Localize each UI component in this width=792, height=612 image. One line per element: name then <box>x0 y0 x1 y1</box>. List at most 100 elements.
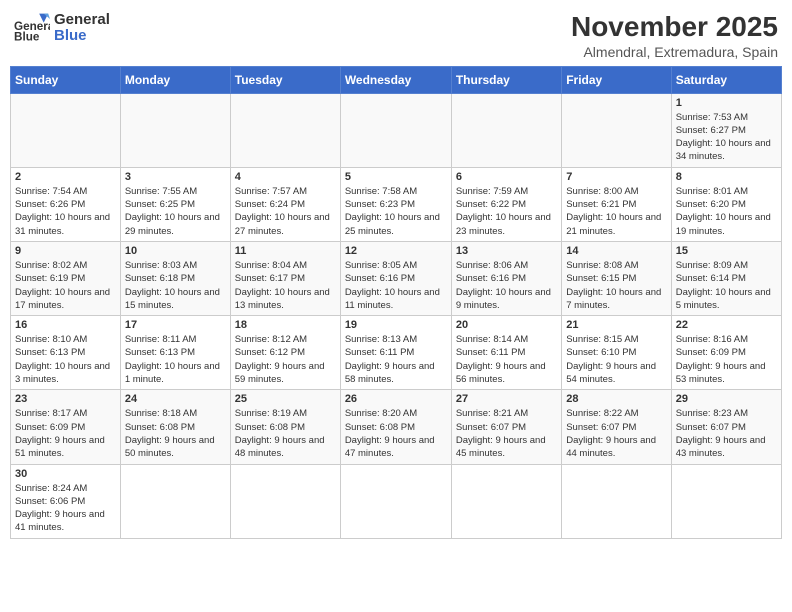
day-info: Sunrise: 8:01 AM Sunset: 6:20 PM Dayligh… <box>676 185 777 238</box>
day-number: 20 <box>456 319 557 331</box>
header-cell-friday: Friday <box>562 66 671 93</box>
day-info: Sunrise: 8:20 AM Sunset: 6:08 PM Dayligh… <box>345 407 447 460</box>
calendar-cell <box>230 464 340 538</box>
day-number: 29 <box>676 393 777 405</box>
week-row-0: 1Sunrise: 7:53 AM Sunset: 6:27 PM Daylig… <box>11 93 782 167</box>
day-number: 15 <box>676 245 777 257</box>
logo-blue: Blue <box>54 28 110 45</box>
calendar-cell: 5 Sunrise: 7:58 AM Sunset: 6:23 PM Daylig… <box>340 167 451 241</box>
day-info: Sunrise: 8:08 AM Sunset: 6:15 PM Dayligh… <box>566 259 666 312</box>
calendar-cell <box>120 464 230 538</box>
header-cell-wednesday: Wednesday <box>340 66 451 93</box>
calendar-cell: 16Sunrise: 8:10 AM Sunset: 6:13 PM Dayli… <box>11 316 121 390</box>
day-info: Sunrise: 8:14 AM Sunset: 6:11 PM Dayligh… <box>456 333 557 386</box>
day-info: Sunrise: 8:22 AM Sunset: 6:07 PM Dayligh… <box>566 407 666 460</box>
day-info: Sunrise: 7:58 AM Sunset: 6:23 PM Dayligh… <box>345 185 447 238</box>
calendar-cell: 7Sunrise: 8:00 AM Sunset: 6:21 PM Daylig… <box>562 167 671 241</box>
day-info: Sunrise: 8:03 AM Sunset: 6:18 PM Dayligh… <box>125 259 226 312</box>
calendar-cell: 18 Sunrise: 8:12 AM Sunset: 6:12 PM Dayli… <box>230 316 340 390</box>
calendar-cell: 9Sunrise: 8:02 AM Sunset: 6:19 PM Daylig… <box>11 241 121 315</box>
calendar-cell: 11Sunrise: 8:04 AM Sunset: 6:17 PM Dayli… <box>230 241 340 315</box>
day-info: Sunrise: 8:23 AM Sunset: 6:07 PM Dayligh… <box>676 407 777 460</box>
day-info: Sunrise: 8:16 AM Sunset: 6:09 PM Dayligh… <box>676 333 777 386</box>
calendar-cell <box>671 464 781 538</box>
day-info: Sunrise: 8:24 AM Sunset: 6:06 PM Dayligh… <box>15 482 116 535</box>
day-info: Sunrise: 8:11 AM Sunset: 6:13 PM Dayligh… <box>125 333 226 386</box>
day-number: 6 <box>456 171 557 183</box>
calendar-cell: 25Sunrise: 8:19 AM Sunset: 6:08 PM Dayli… <box>230 390 340 464</box>
calendar-cell: 15Sunrise: 8:09 AM Sunset: 6:14 PM Dayli… <box>671 241 781 315</box>
day-info: Sunrise: 8:21 AM Sunset: 6:07 PM Dayligh… <box>456 407 557 460</box>
day-number: 30 <box>15 468 116 480</box>
day-number: 10 <box>125 245 226 257</box>
day-number: 19 <box>345 319 447 331</box>
calendar-cell: 13 Sunrise: 8:06 AM Sunset: 6:16 PM Dayli… <box>451 241 561 315</box>
calendar-cell: 22 Sunrise: 8:16 AM Sunset: 6:09 PM Dayli… <box>671 316 781 390</box>
day-number: 14 <box>566 245 666 257</box>
day-info: Sunrise: 8:19 AM Sunset: 6:08 PM Dayligh… <box>235 407 336 460</box>
logo: General Blue General Blue <box>14 10 110 46</box>
calendar-cell: 26 Sunrise: 8:20 AM Sunset: 6:08 PM Dayli… <box>340 390 451 464</box>
calendar-cell: 12Sunrise: 8:05 AM Sunset: 6:16 PM Dayli… <box>340 241 451 315</box>
header-cell-thursday: Thursday <box>451 66 561 93</box>
day-info: Sunrise: 7:53 AM Sunset: 6:27 PM Dayligh… <box>676 111 777 164</box>
header-cell-saturday: Saturday <box>671 66 781 93</box>
day-info: Sunrise: 8:15 AM Sunset: 6:10 PM Dayligh… <box>566 333 666 386</box>
calendar-cell <box>451 464 561 538</box>
day-number: 18 <box>235 319 336 331</box>
day-number: 17 <box>125 319 226 331</box>
header-row: SundayMondayTuesdayWednesdayThursdayFrid… <box>11 66 782 93</box>
day-number: 2 <box>15 171 116 183</box>
calendar-cell <box>11 93 121 167</box>
day-number: 27 <box>456 393 557 405</box>
day-info: Sunrise: 8:12 AM Sunset: 6:12 PM Dayligh… <box>235 333 336 386</box>
calendar-body: 1Sunrise: 7:53 AM Sunset: 6:27 PM Daylig… <box>11 93 782 538</box>
calendar-cell: 4 Sunrise: 7:57 AM Sunset: 6:24 PM Daylig… <box>230 167 340 241</box>
calendar-cell: 6Sunrise: 7:59 AM Sunset: 6:22 PM Daylig… <box>451 167 561 241</box>
day-info: Sunrise: 8:00 AM Sunset: 6:21 PM Dayligh… <box>566 185 666 238</box>
week-row-1: 2Sunrise: 7:54 AM Sunset: 6:26 PM Daylig… <box>11 167 782 241</box>
calendar-table: SundayMondayTuesdayWednesdayThursdayFrid… <box>10 66 782 539</box>
calendar-cell: 27 Sunrise: 8:21 AM Sunset: 6:07 PM Dayli… <box>451 390 561 464</box>
title-area: November 2025 Almendral, Extremadura, Sp… <box>571 10 778 60</box>
day-info: Sunrise: 8:06 AM Sunset: 6:16 PM Dayligh… <box>456 259 557 312</box>
day-info: Sunrise: 7:57 AM Sunset: 6:24 PM Dayligh… <box>235 185 336 238</box>
calendar-cell <box>340 464 451 538</box>
header-cell-monday: Monday <box>120 66 230 93</box>
calendar-header: SundayMondayTuesdayWednesdayThursdayFrid… <box>11 66 782 93</box>
calendar-cell: 19Sunrise: 8:13 AM Sunset: 6:11 PM Dayli… <box>340 316 451 390</box>
calendar-cell: 14 Sunrise: 8:08 AM Sunset: 6:15 PM Dayli… <box>562 241 671 315</box>
week-row-2: 9Sunrise: 8:02 AM Sunset: 6:19 PM Daylig… <box>11 241 782 315</box>
calendar-cell: 1Sunrise: 7:53 AM Sunset: 6:27 PM Daylig… <box>671 93 781 167</box>
day-info: Sunrise: 8:05 AM Sunset: 6:16 PM Dayligh… <box>345 259 447 312</box>
day-number: 23 <box>15 393 116 405</box>
day-number: 26 <box>345 393 447 405</box>
calendar-cell <box>230 93 340 167</box>
calendar-cell <box>340 93 451 167</box>
logo-general: General <box>54 12 110 29</box>
week-row-5: 30 Sunrise: 8:24 AM Sunset: 6:06 PM Dayli… <box>11 464 782 538</box>
page-subtitle: Almendral, Extremadura, Spain <box>571 44 778 60</box>
calendar-cell: 30 Sunrise: 8:24 AM Sunset: 6:06 PM Dayli… <box>11 464 121 538</box>
day-info: Sunrise: 8:04 AM Sunset: 6:17 PM Dayligh… <box>235 259 336 312</box>
calendar-cell <box>562 93 671 167</box>
calendar-cell: 21Sunrise: 8:15 AM Sunset: 6:10 PM Dayli… <box>562 316 671 390</box>
svg-text:Blue: Blue <box>14 31 40 44</box>
day-number: 5 <box>345 171 447 183</box>
calendar-cell: 24Sunrise: 8:18 AM Sunset: 6:08 PM Dayli… <box>120 390 230 464</box>
day-info: Sunrise: 8:17 AM Sunset: 6:09 PM Dayligh… <box>15 407 116 460</box>
calendar-cell: 8 Sunrise: 8:01 AM Sunset: 6:20 PM Daylig… <box>671 167 781 241</box>
page-title: November 2025 <box>571 10 778 44</box>
day-number: 8 <box>676 171 777 183</box>
week-row-4: 23 Sunrise: 8:17 AM Sunset: 6:09 PM Dayli… <box>11 390 782 464</box>
calendar-cell <box>120 93 230 167</box>
day-number: 3 <box>125 171 226 183</box>
day-number: 13 <box>456 245 557 257</box>
calendar-cell <box>451 93 561 167</box>
calendar-cell: 20 Sunrise: 8:14 AM Sunset: 6:11 PM Dayli… <box>451 316 561 390</box>
day-number: 4 <box>235 171 336 183</box>
day-info: Sunrise: 8:02 AM Sunset: 6:19 PM Dayligh… <box>15 259 116 312</box>
day-number: 16 <box>15 319 116 331</box>
header: General Blue General Blue November 2025 … <box>10 10 782 60</box>
day-number: 22 <box>676 319 777 331</box>
